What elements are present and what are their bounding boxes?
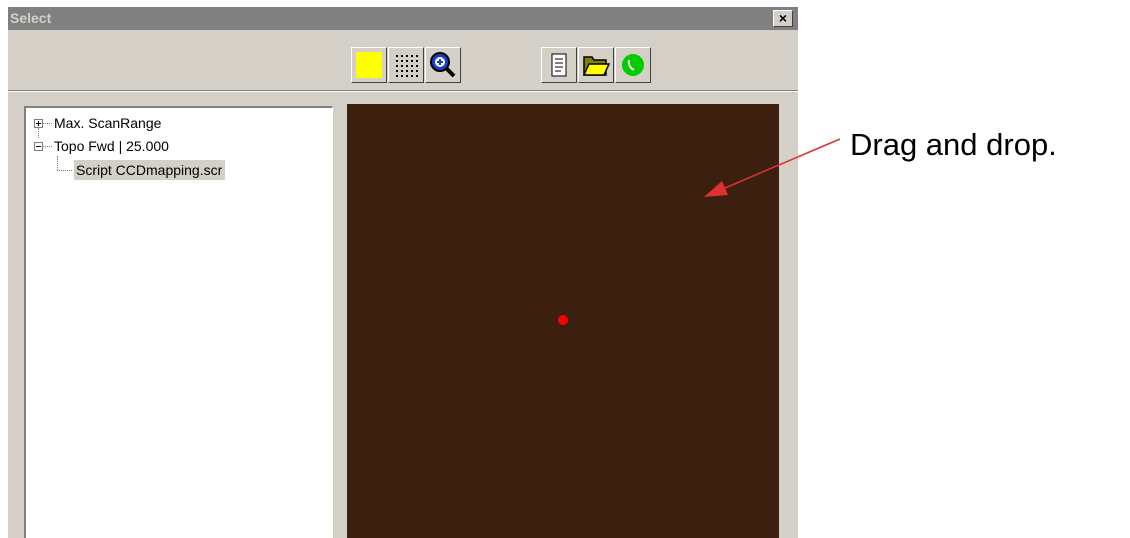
drag-drop-annotation: Drag and drop.: [850, 127, 1057, 162]
annotation-arrow: [704, 138, 841, 197]
